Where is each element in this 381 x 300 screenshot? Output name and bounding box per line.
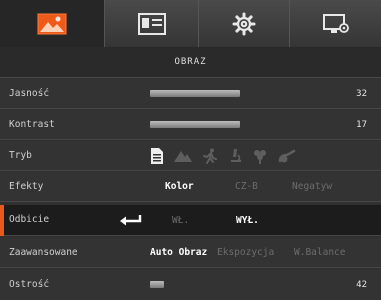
contrast-label: Kontrast (9, 119, 55, 130)
advanced-label: Zaawansowane (9, 247, 78, 258)
menu-title: OBRAZ (0, 47, 381, 78)
sharpness-row[interactable]: Ostrość 42 (0, 270, 381, 300)
flask-icon[interactable] (278, 149, 296, 163)
flip-row[interactable]: Odbicie WŁ. WYŁ. (0, 205, 381, 236)
flip-label: Odbicie (9, 214, 50, 225)
flip-option-on[interactable]: WŁ. (172, 205, 189, 236)
brightness-label: Jasność (9, 88, 50, 99)
mountain-icon[interactable] (174, 149, 192, 163)
osd-menu: OBRAZ Jasność 32 Kontrast 17 Tryb Efekty… (0, 0, 381, 300)
advanced-option-auto[interactable]: Auto Obraz (150, 238, 207, 268)
contrast-row[interactable]: Kontrast 17 (0, 110, 381, 140)
sharpness-slider[interactable] (150, 281, 164, 288)
advanced-option-exposure[interactable]: Ekspozycja (217, 238, 274, 268)
advanced-row[interactable]: Zaawansowane Auto Obraz Ekspozycja W.Bal… (0, 238, 381, 268)
enter-arrow-icon (120, 214, 142, 229)
effect-option-color[interactable]: Kolor (165, 172, 194, 202)
image-icon (37, 13, 67, 35)
brightness-slider[interactable] (150, 90, 240, 97)
gear-icon (232, 12, 256, 36)
effects-label: Efekty (9, 181, 44, 192)
menu-tabs (0, 0, 381, 47)
advanced-option-white-balance[interactable]: W.Balance (294, 238, 345, 268)
flower-icon[interactable] (252, 148, 268, 164)
brightness-row[interactable]: Jasność 32 (0, 79, 381, 109)
sharpness-label: Ostrość (9, 279, 50, 290)
effect-option-negative[interactable]: Negatyw (292, 172, 332, 202)
contrast-value: 17 (356, 120, 367, 130)
tab-display[interactable] (290, 0, 381, 47)
runner-icon[interactable] (202, 148, 218, 164)
effects-row[interactable]: Efekty Kolor CZ-B Negatyw (0, 172, 381, 202)
sharpness-value: 42 (356, 280, 367, 290)
monitor-settings-icon (322, 13, 350, 35)
mode-options (150, 146, 296, 166)
presentation-icon (137, 12, 166, 35)
contrast-slider[interactable] (150, 121, 240, 128)
mode-row[interactable]: Tryb (0, 141, 381, 171)
microscope-icon[interactable] (228, 148, 242, 164)
effect-option-bw[interactable]: CZ-B (235, 172, 258, 202)
tab-settings[interactable] (199, 0, 290, 47)
tab-presentation[interactable] (105, 0, 199, 47)
tab-image[interactable] (0, 0, 105, 47)
flip-option-off[interactable]: WYŁ. (236, 205, 259, 236)
mode-label: Tryb (9, 150, 32, 161)
brightness-value: 32 (356, 89, 367, 99)
document-icon[interactable] (150, 147, 164, 165)
